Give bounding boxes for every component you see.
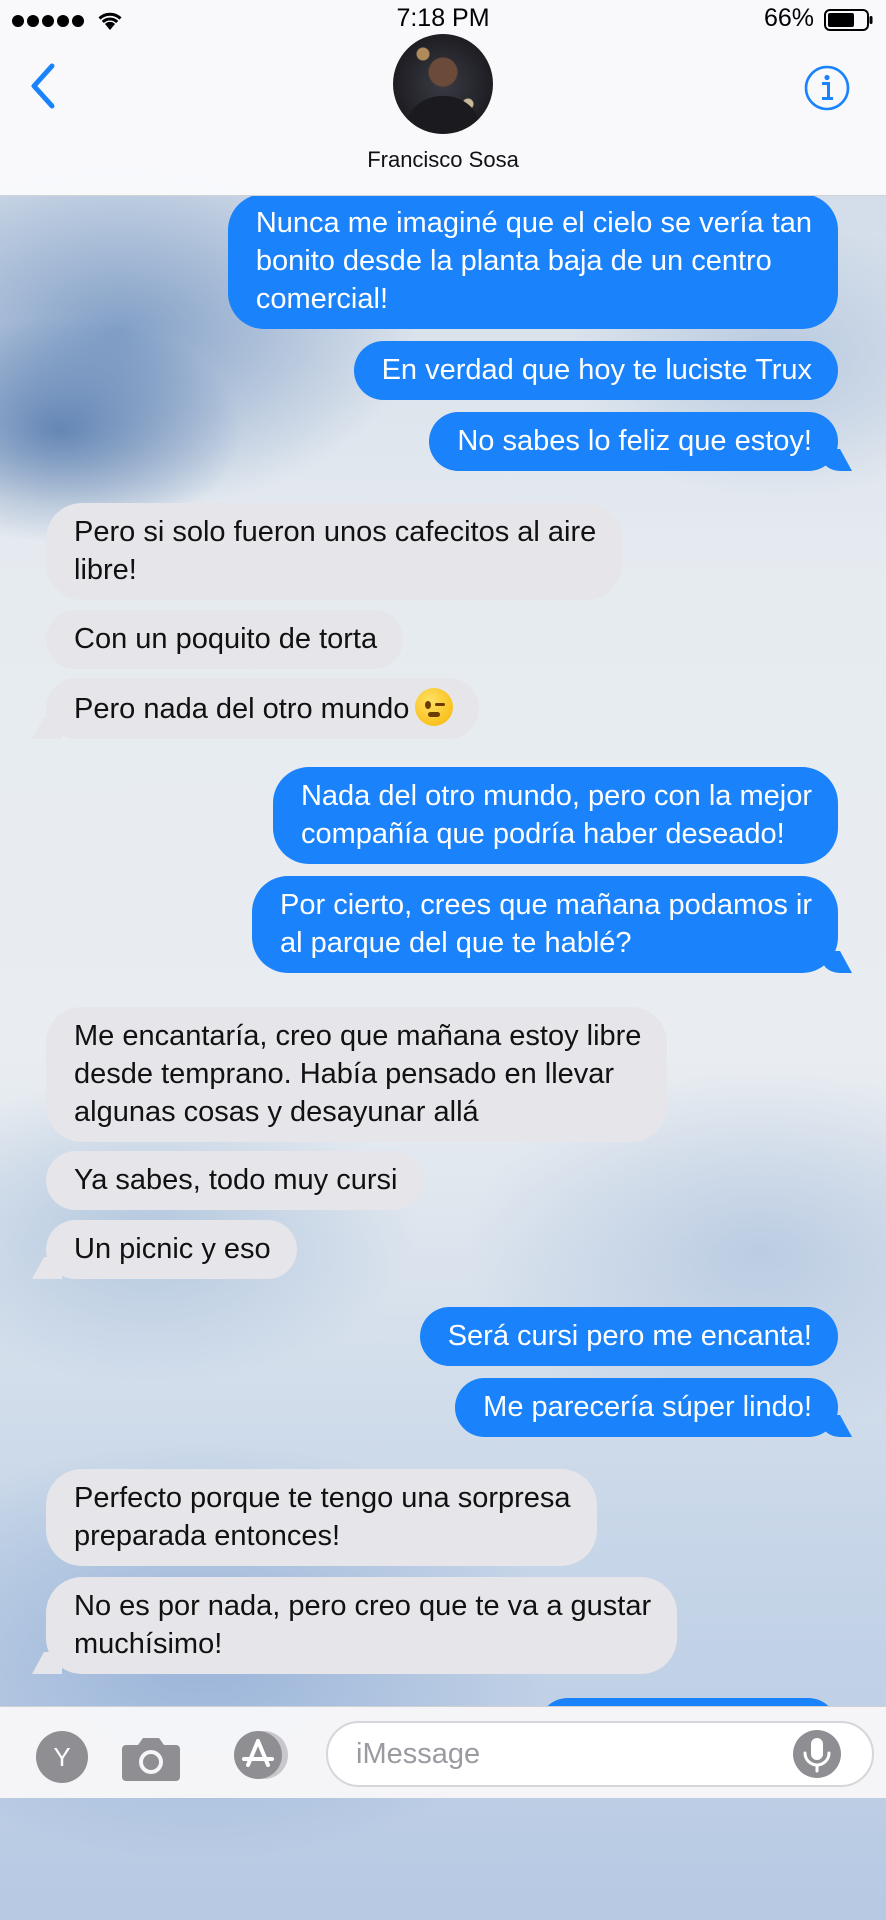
battery-icon [824, 9, 873, 31]
info-icon[interactable] [804, 65, 850, 111]
status-time: 7:18 PM [396, 4, 490, 32]
winking-face-icon [415, 688, 454, 726]
message-bubble-sent[interactable]: Por cierto, crees que mañana podamos ir … [252, 876, 838, 973]
message-line: Perfecto porque te tengo una sorpresa [74, 1482, 571, 1514]
message-line: al parque del que te hablé? [280, 927, 632, 959]
message-line: muchísimo! [74, 1628, 223, 1660]
message-bubble-received[interactable]: Pero si solo fueron unos cafecitos al ai… [46, 503, 623, 600]
battery-percentage: 66% [763, 4, 814, 32]
message-line: Me encantaría, creo que mañana estoy lib… [74, 1020, 642, 1052]
message-line: Será cursi pero me encanta! [447, 1320, 812, 1352]
message-list[interactable]: Nunca me imaginé que el cielo se vería t… [0, 196, 886, 1706]
wallpaper-bottom-area [0, 1798, 886, 1920]
message-bubble-sent[interactable]: Será cursi pero me encanta! [419, 1307, 838, 1366]
message-line: preparada entonces! [74, 1520, 341, 1552]
message-line: No es por nada, pero creo que te va a gu… [74, 1590, 652, 1622]
message-line: Nunca me imaginé que el cielo se vería t… [255, 207, 812, 239]
message-line: compañía que podría haber deseado! [300, 818, 785, 850]
message-bubble-received[interactable]: Pero nada del otro mundo [46, 678, 480, 739]
conversation-header: 7:18 PM 66% Francisco Sosa [0, 0, 886, 196]
message-bubble-sent[interactable]: Me parecería súper lindo! [455, 1378, 838, 1437]
message-line: libre! [74, 554, 137, 586]
message-line: Un picnic y eso [74, 1233, 271, 1265]
contact-avatar[interactable] [393, 34, 493, 134]
app-y-button[interactable]: Y [36, 1731, 88, 1783]
message-line: comercial! [255, 283, 389, 315]
message-line: desde temprano. Había pensado en llevar [74, 1058, 615, 1090]
compose-bar: Y [0, 1706, 886, 1798]
message-bubble-sent-partial[interactable] [538, 1698, 838, 1706]
message-bubble-received[interactable]: Perfecto porque te tengo una sorpresa pr… [46, 1469, 597, 1566]
message-bubble-sent[interactable]: No sabes lo feliz que estoy! [429, 412, 838, 471]
message-line: bonito desde la planta baja de un centro [255, 245, 772, 277]
contact-name[interactable]: Francisco Sosa [0, 147, 886, 173]
app-store-icon[interactable] [220, 1729, 292, 1781]
message-bubble-received[interactable]: Un picnic y eso [46, 1220, 297, 1279]
message-line: Ya sabes, todo muy cursi [74, 1164, 398, 1196]
message-line: Pero nada del otro mundo [74, 688, 454, 728]
message-line: Pero si solo fueron unos cafecitos al ai… [74, 516, 597, 548]
microphone-icon[interactable] [792, 1729, 842, 1779]
message-bubble-sent[interactable]: En verdad que hoy te luciste Trux [353, 341, 838, 400]
message-bubble-received[interactable]: No es por nada, pero creo que te va a gu… [46, 1577, 678, 1674]
message-line: Me parecería súper lindo! [483, 1391, 812, 1423]
message-line: Nada del otro mundo, pero con la mejor [300, 780, 812, 812]
message-line: algunas cosas y desayunar allá [74, 1096, 479, 1128]
message-bubble-received[interactable]: Ya sabes, todo muy cursi [46, 1151, 424, 1210]
message-bubble-sent[interactable]: Nunca me imaginé que el cielo se vería t… [227, 196, 838, 329]
chevron-left-icon[interactable] [28, 62, 58, 110]
message-bubble-sent[interactable]: Nada del otro mundo, pero con la mejor c… [272, 767, 838, 864]
message-line: No sabes lo feliz que estoy! [457, 425, 812, 457]
message-line: Con un poquito de torta [74, 623, 378, 655]
message-line: Por cierto, crees que mañana podamos ir [280, 889, 812, 921]
message-line: En verdad que hoy te luciste Trux [381, 354, 812, 386]
message-bubble-received[interactable]: Me encantaría, creo que mañana estoy lib… [46, 1007, 668, 1142]
camera-icon[interactable] [120, 1733, 182, 1783]
message-bubble-received[interactable]: Con un poquito de torta [46, 610, 404, 669]
message-text: Pero nada del otro mundo [74, 693, 410, 725]
